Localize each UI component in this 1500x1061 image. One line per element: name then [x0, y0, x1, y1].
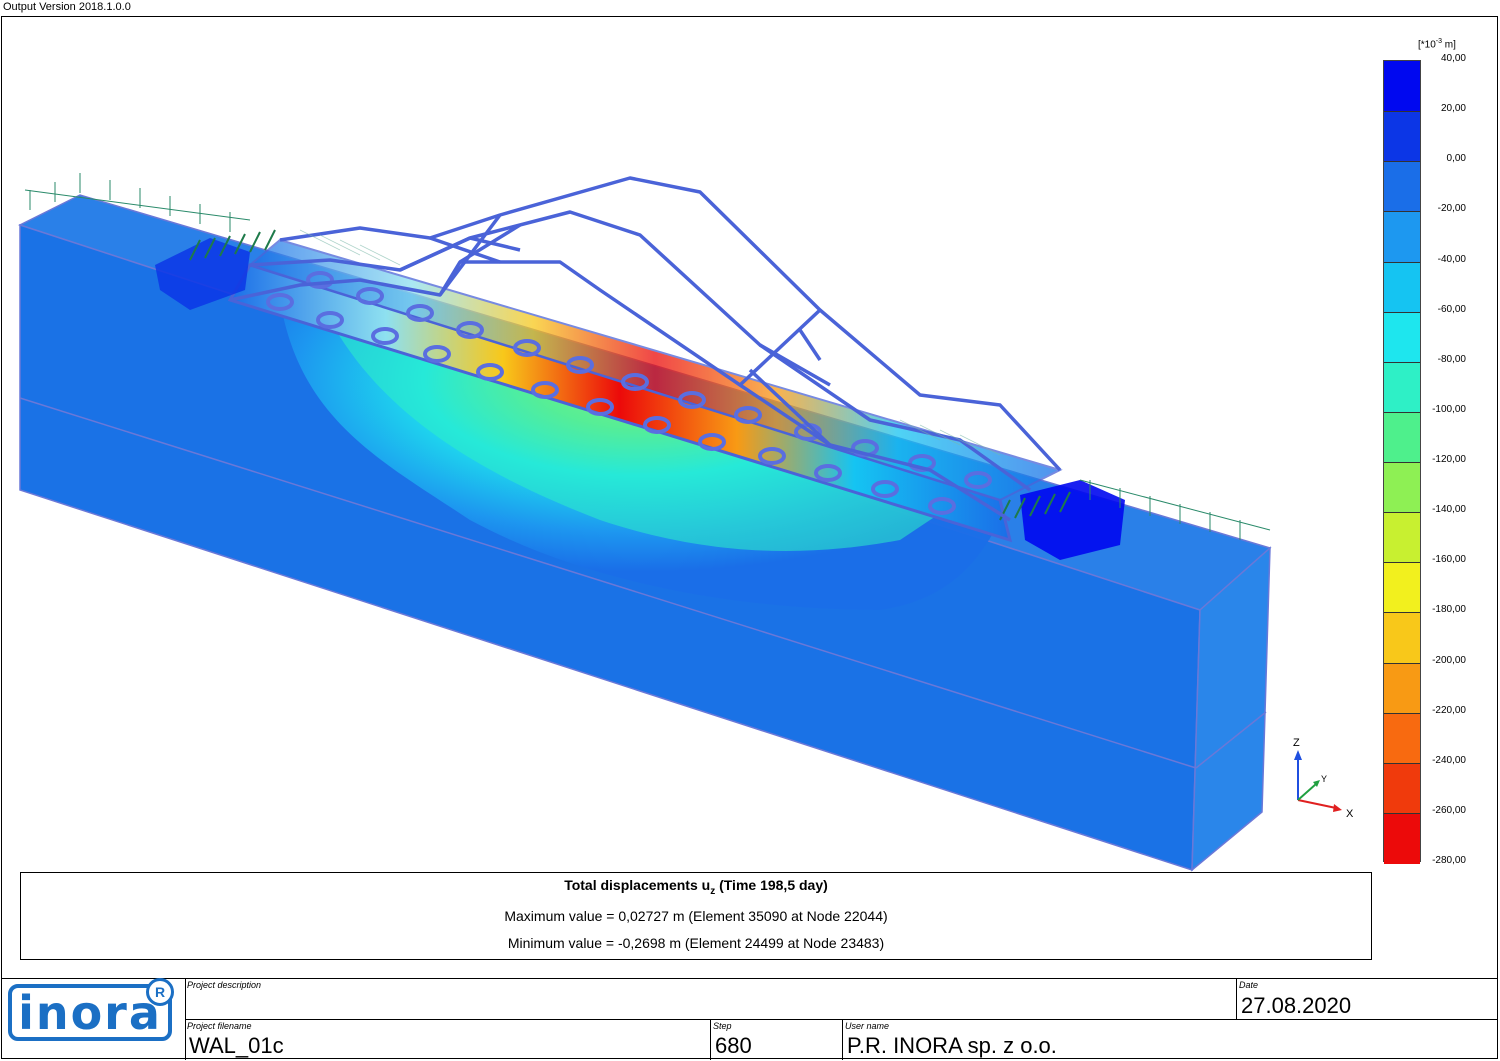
- project-description-cell: Project description: [185, 979, 1237, 1020]
- legend-label: -60,00: [1437, 303, 1466, 315]
- legend-segment: [1384, 361, 1420, 413]
- legend-label: 0,00: [1446, 153, 1466, 165]
- legend-segment: [1384, 762, 1420, 814]
- legend-segment: [1384, 261, 1420, 313]
- axis-z-label: Z: [1293, 737, 1300, 749]
- legend-segment: [1384, 612, 1420, 664]
- result-title: Total displacements uz (Time 198,5 day): [564, 877, 828, 897]
- legend-unit: [*10-3 m]: [1418, 38, 1456, 51]
- legend-label: -180,00: [1432, 604, 1466, 616]
- axis-triad: [1294, 750, 1342, 812]
- legend-color-bar: [1383, 60, 1421, 864]
- step-cell: Step 680: [711, 1020, 843, 1060]
- axis-y-label: Y: [1321, 774, 1328, 784]
- legend-segment: [1384, 211, 1420, 263]
- max-value-line: Maximum value = 0,02727 m (Element 35090…: [504, 907, 888, 924]
- project-filename: WAL_01c: [189, 1033, 284, 1058]
- legend-label: -280,00: [1432, 855, 1466, 866]
- legend-label: 20,00: [1440, 103, 1466, 115]
- legend-segment: [1384, 61, 1420, 112]
- result-box: Total displacements uz (Time 198,5 day) …: [20, 872, 1372, 960]
- legend-segment: [1384, 462, 1420, 514]
- legend-segment: [1384, 562, 1420, 614]
- legend-label: -100,00: [1432, 403, 1466, 415]
- legend-segment: [1384, 161, 1420, 213]
- date-value: 27.08.2020: [1241, 993, 1352, 1018]
- legend-label: -160,00: [1432, 554, 1466, 566]
- step-value: 680: [715, 1033, 752, 1058]
- legend-label: 40,00: [1440, 53, 1466, 64]
- date-cell: Date 27.08.2020: [1237, 979, 1498, 1020]
- legend-label: -40,00: [1437, 253, 1466, 265]
- legend-segment: [1384, 111, 1420, 163]
- legend-label: -260,00: [1432, 804, 1466, 816]
- title-block: inora R Project description Date 27.08.2…: [1, 978, 1498, 1060]
- legend-label: -80,00: [1437, 353, 1466, 365]
- legend-segment: [1384, 812, 1420, 864]
- legend-segment: [1384, 311, 1420, 363]
- legend-segment: [1384, 512, 1420, 564]
- user-name: P.R. INORA sp. z o.o.: [847, 1033, 1057, 1058]
- legend-label: -220,00: [1432, 704, 1466, 716]
- legend-label: -200,00: [1432, 654, 1466, 666]
- project-filename-cell: Project filename WAL_01c: [185, 1020, 711, 1060]
- inora-logo: inora R: [8, 978, 174, 1041]
- legend-label: -240,00: [1432, 754, 1466, 766]
- min-value-line: Minimum value = -0,2698 m (Element 24499…: [507, 934, 885, 951]
- legend-label: -20,00: [1437, 203, 1466, 215]
- legend-segment: [1384, 411, 1420, 463]
- registered-icon: R: [146, 978, 174, 1006]
- legend-label: -120,00: [1432, 454, 1466, 465]
- legend-label: -140,00: [1432, 504, 1466, 516]
- axis-x-label: X: [1346, 808, 1354, 820]
- legend-segment: [1384, 712, 1420, 764]
- legend-segment: [1384, 662, 1420, 714]
- logo-cell: inora R: [1, 978, 186, 1060]
- user-cell: User name P.R. INORA sp. z o.o.: [845, 1021, 1057, 1058]
